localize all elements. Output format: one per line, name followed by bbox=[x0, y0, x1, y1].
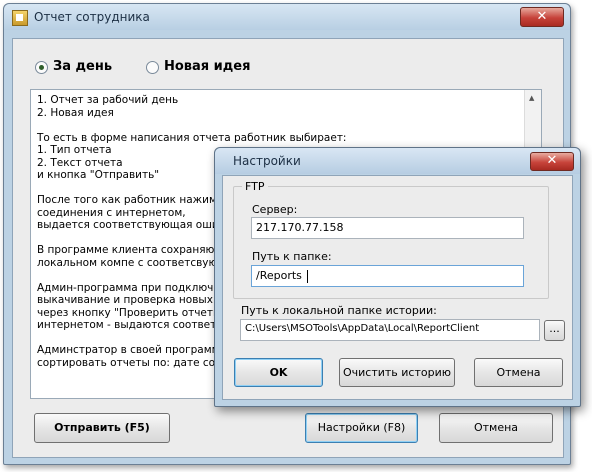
radio-daily-report-label: За день bbox=[53, 59, 113, 74]
history-folder-input-value: C:\Users\MSOTools\AppData\Local\ReportCl… bbox=[245, 323, 480, 334]
report-window-title: Отчет сотрудника bbox=[34, 10, 150, 24]
folder-input-value: /Reports bbox=[256, 269, 302, 282]
report-window-titlebar[interactable]: Отчет сотрудника ✕ bbox=[4, 4, 570, 30]
settings-dialog-title: Настройки bbox=[233, 154, 301, 168]
server-label: Сервер: bbox=[252, 203, 298, 216]
send-button-label: Отправить (F5) bbox=[54, 421, 150, 434]
folder-label: Путь к папке: bbox=[252, 250, 332, 263]
browse-button-label: ... bbox=[549, 322, 560, 335]
browse-button[interactable]: ... bbox=[544, 320, 565, 341]
ftp-group: FTP Сервер: 217.170.77.158 Путь к папке:… bbox=[233, 180, 549, 299]
send-button[interactable]: Отправить (F5) bbox=[34, 413, 170, 443]
dialog-cancel-button[interactable]: Отмена bbox=[474, 358, 563, 387]
clear-history-button-label: Очистить историю bbox=[342, 366, 452, 379]
radio-unselected-icon bbox=[146, 61, 159, 74]
ok-button-label: OK bbox=[269, 366, 288, 379]
settings-dialog-titlebar[interactable]: Настройки ✕ bbox=[215, 148, 580, 174]
radio-selected-icon bbox=[35, 61, 48, 74]
radio-new-idea-label: Новая идея bbox=[164, 59, 251, 74]
settings-dialog-close-button[interactable]: ✕ bbox=[530, 152, 574, 171]
cancel-button-label: Отмена bbox=[473, 421, 519, 434]
server-input[interactable]: 217.170.77.158 bbox=[251, 217, 524, 239]
dialog-cancel-button-label: Отмена bbox=[496, 366, 541, 379]
settings-button[interactable]: Настройки (F8) bbox=[305, 413, 418, 443]
server-input-value: 217.170.77.158 bbox=[256, 221, 344, 234]
settings-button-label: Настройки (F8) bbox=[317, 421, 406, 434]
text-caret bbox=[307, 270, 308, 283]
ok-button[interactable]: OK bbox=[234, 358, 323, 387]
settings-dialog: Настройки ✕ FTP Сервер: 217.170.77.158 П… bbox=[214, 147, 581, 407]
clear-history-button[interactable]: Очистить историю bbox=[339, 358, 455, 387]
scroll-up-arrow-icon[interactable]: ▲ bbox=[529, 94, 534, 102]
folder-input[interactable]: /Reports bbox=[251, 265, 524, 287]
history-folder-label: Путь к локальной папке истории: bbox=[241, 304, 437, 317]
history-folder-input[interactable]: C:\Users\MSOTools\AppData\Local\ReportCl… bbox=[240, 319, 540, 341]
app-icon bbox=[12, 10, 28, 26]
ftp-group-title: FTP bbox=[242, 180, 268, 193]
settings-dialog-client: FTP Сервер: 217.170.77.158 Путь к папке:… bbox=[222, 175, 573, 400]
report-window-close-button[interactable]: ✕ bbox=[520, 7, 564, 27]
cancel-button[interactable]: Отмена bbox=[439, 413, 553, 443]
